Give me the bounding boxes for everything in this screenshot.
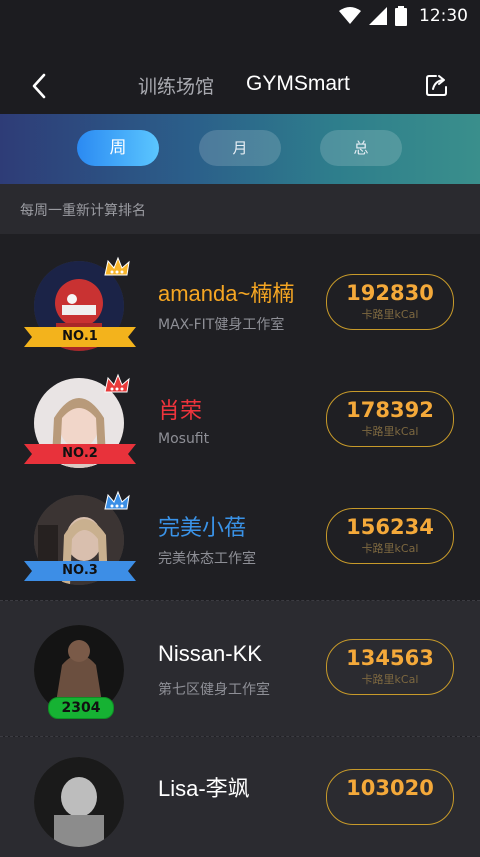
calorie-score: 178392 bbox=[346, 398, 434, 422]
ranking-row-1[interactable]: NO.1 amanda~楠楠 MAX-FIT健身工作室 192830 卡路里kC… bbox=[0, 234, 480, 351]
studio-name: Mosufit bbox=[158, 431, 210, 447]
calorie-score: 134563 bbox=[346, 646, 434, 670]
ranking-row-2[interactable]: NO.2 肖荣 Mosufit 178392 卡路里kCal bbox=[0, 351, 480, 468]
studio-name: MAX-FIT健身工作室 bbox=[158, 317, 285, 333]
calorie-score: 156234 bbox=[346, 515, 434, 539]
score-box[interactable]: 156234 卡路里kCal bbox=[326, 508, 454, 564]
rank-badge: NO.2 bbox=[62, 446, 98, 461]
score-box[interactable]: 192830 卡路里kCal bbox=[326, 274, 454, 330]
rank-badge: 2304 bbox=[48, 697, 114, 719]
status-bar: 12:30 bbox=[0, 0, 480, 34]
avatar-wrap: NO.1 bbox=[24, 256, 136, 353]
ranking-row-3[interactable]: NO.3 完美小蓓 完美体态工作室 156234 卡路里kCal bbox=[0, 468, 480, 585]
user-name[interactable]: amanda~楠楠 bbox=[158, 276, 294, 308]
battery-icon bbox=[395, 6, 407, 26]
avatar-wrap: NO.3 bbox=[24, 490, 136, 587]
avatar-wrap: NO.2 bbox=[24, 373, 136, 470]
rank-badge: NO.1 bbox=[62, 329, 98, 344]
period-week-button[interactable]: 周 bbox=[77, 130, 159, 166]
score-box[interactable]: 103020 bbox=[326, 769, 454, 825]
studio-name: 第七区健身工作室 bbox=[158, 682, 270, 698]
user-name[interactable]: 肖荣 bbox=[158, 393, 202, 425]
rank-ribbon: NO.3 bbox=[24, 559, 136, 583]
calorie-score: 192830 bbox=[346, 281, 434, 305]
tab-gymsmart[interactable]: GYMSmart bbox=[246, 72, 350, 96]
crown-icon bbox=[104, 256, 130, 276]
tab-training-venue[interactable]: 训练场馆 bbox=[138, 72, 214, 99]
avatar bbox=[34, 757, 124, 847]
period-month-button[interactable]: 月 bbox=[199, 130, 281, 166]
rank-badge: NO.3 bbox=[62, 563, 98, 578]
calorie-unit: 卡路里kCal bbox=[361, 673, 419, 686]
studio-name: 完美体态工作室 bbox=[158, 551, 256, 567]
status-icons: 12:30 bbox=[339, 6, 468, 26]
share-icon[interactable] bbox=[424, 72, 450, 98]
rank-ribbon: NO.1 bbox=[24, 325, 136, 349]
calorie-unit: 卡路里kCal bbox=[361, 425, 419, 438]
calorie-score: 103020 bbox=[346, 776, 434, 800]
user-name[interactable]: Lisa-李飒 bbox=[158, 771, 250, 803]
back-arrow-icon[interactable] bbox=[28, 72, 50, 100]
crown-icon bbox=[104, 490, 130, 510]
rank-note: 每周一重新计算排名 bbox=[0, 184, 480, 234]
period-total-button[interactable]: 总 bbox=[320, 130, 402, 166]
nav-bar: 训练场馆 GYMSmart bbox=[0, 34, 480, 139]
calorie-unit: 卡路里kCal bbox=[361, 308, 419, 321]
period-selector: 周 月 总 bbox=[0, 114, 480, 184]
rank-note-text: 每周一重新计算排名 bbox=[20, 203, 146, 219]
avatar-wrap bbox=[34, 757, 126, 849]
cell-signal-icon bbox=[369, 7, 387, 25]
ranking-row-4[interactable]: 2304 Nissan-KK 第七区健身工作室 134563 卡路里kCal bbox=[0, 601, 480, 736]
score-box[interactable]: 178392 卡路里kCal bbox=[326, 391, 454, 447]
status-time: 12:30 bbox=[419, 6, 468, 26]
rank-ribbon: NO.2 bbox=[24, 442, 136, 466]
score-box[interactable]: 134563 卡路里kCal bbox=[326, 639, 454, 695]
avatar-wrap: 2304 bbox=[34, 625, 126, 719]
wifi-icon bbox=[339, 7, 361, 24]
user-name[interactable]: 完美小蓓 bbox=[158, 510, 246, 542]
calorie-unit: 卡路里kCal bbox=[361, 542, 419, 555]
ranking-row-5[interactable]: Lisa-李飒 103020 bbox=[0, 737, 480, 857]
crown-icon bbox=[104, 373, 130, 393]
user-name[interactable]: Nissan-KK bbox=[158, 641, 262, 667]
